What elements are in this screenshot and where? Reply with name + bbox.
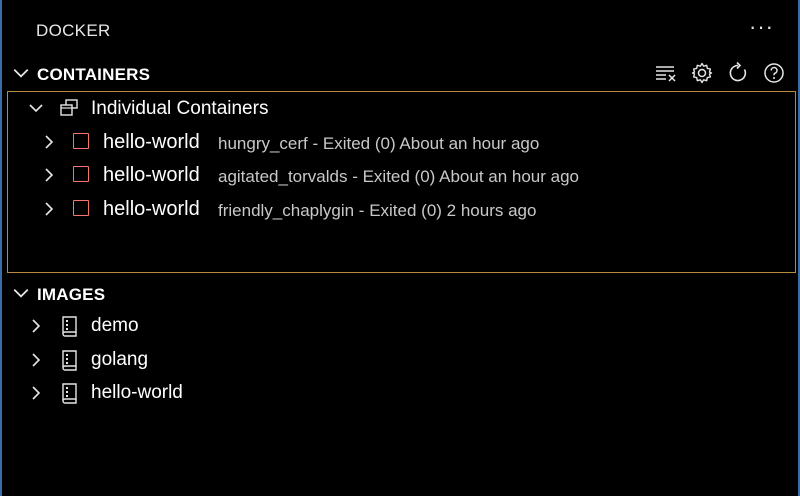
chevron-right-icon — [45, 202, 54, 216]
chevron-right-icon — [32, 386, 41, 400]
container-description: agitated_torvalds - Exited (0) About an … — [218, 167, 580, 186]
images-section-title: IMAGES — [37, 285, 106, 304]
docker-panel: DOCKER ··· CONTAINERS Individual Contain… — [0, 0, 800, 496]
chevron-down-icon — [13, 68, 29, 78]
refresh-icon[interactable] — [726, 61, 750, 85]
image-repository-icon — [62, 316, 77, 337]
stopped-container-icon — [73, 166, 89, 182]
chevron-down-icon — [29, 104, 43, 113]
containers-actions — [654, 61, 786, 85]
more-actions-button[interactable]: ··· — [749, 14, 774, 40]
image-item[interactable]: hello-world — [2, 377, 798, 409]
gear-icon[interactable] — [690, 61, 714, 85]
containers-group-icon — [60, 99, 78, 116]
container-name: hello-world — [103, 164, 200, 186]
image-item[interactable]: demo — [2, 310, 798, 342]
stopped-container-icon — [73, 133, 89, 149]
image-label: golang — [91, 349, 149, 370]
container-group-label: Individual Containers — [91, 98, 269, 119]
panel-title: DOCKER — [36, 21, 111, 40]
container-name: hello-world — [103, 198, 200, 220]
container-description: friendly_chaplygin - Exited (0) 2 hours … — [218, 201, 537, 220]
chevron-right-icon — [32, 319, 41, 333]
chevron-right-icon — [45, 168, 54, 182]
container-item[interactable]: hello-world agitated_torvalds - Exited (… — [2, 159, 798, 191]
chevron-down-icon — [13, 288, 29, 298]
panel-header: DOCKER ··· — [2, 0, 798, 60]
image-label: hello-world — [91, 382, 183, 403]
container-item[interactable]: hello-world friendly_chaplygin - Exited … — [2, 193, 798, 225]
chevron-right-icon — [45, 135, 54, 149]
image-item[interactable]: golang — [2, 344, 798, 376]
container-group-individual[interactable]: Individual Containers — [2, 92, 798, 124]
stopped-container-icon — [73, 200, 89, 216]
container-item[interactable]: hello-world hungry_cerf - Exited (0) Abo… — [2, 126, 798, 158]
image-label: demo — [91, 315, 139, 336]
images-section-header[interactable]: IMAGES — [2, 279, 798, 309]
containers-section-header[interactable]: CONTAINERS — [2, 59, 798, 89]
chevron-right-icon — [32, 353, 41, 367]
image-repository-icon — [62, 350, 77, 371]
containers-section-title: CONTAINERS — [37, 65, 151, 84]
clear-icon[interactable] — [654, 61, 678, 85]
image-repository-icon — [62, 383, 77, 404]
help-icon[interactable] — [762, 61, 786, 85]
container-name: hello-world — [103, 131, 200, 153]
container-description: hungry_cerf - Exited (0) About an hour a… — [218, 134, 540, 153]
